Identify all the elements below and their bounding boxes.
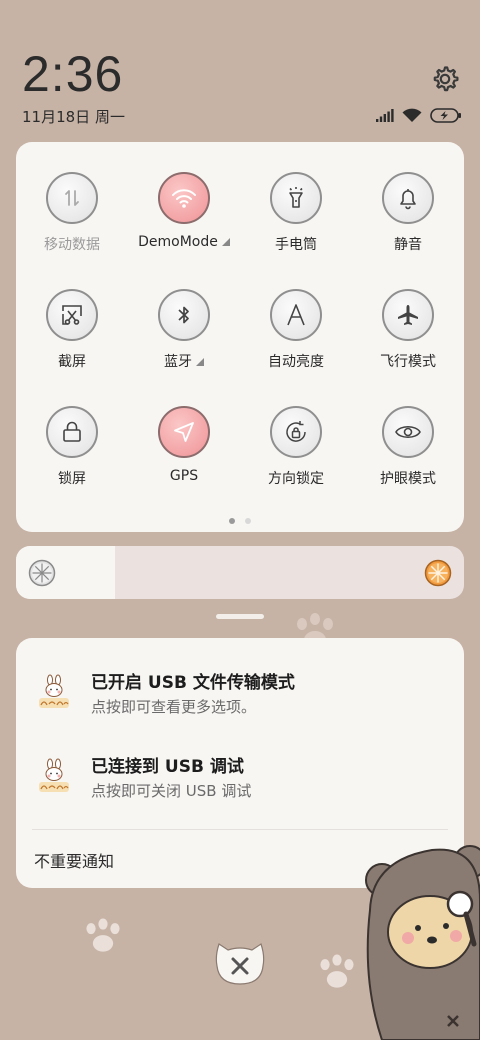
flashlight-icon [289, 187, 303, 208]
paw-print-icon [86, 918, 120, 952]
page-dot [245, 518, 251, 524]
tile-label-wrap: 蓝牙 [164, 351, 204, 371]
lucky-bunny-icon [39, 674, 69, 708]
lock-screen-toggle[interactable] [46, 406, 98, 458]
auto-brightness-icon [287, 304, 305, 326]
notification-usb-debugging[interactable]: 已连接到 USB 调试 点按即可关闭 USB 调试 [16, 748, 464, 808]
tile-silent[interactable]: 静音 [352, 172, 464, 267]
demomode-toggle[interactable] [158, 172, 210, 224]
bear-illustration [365, 845, 480, 1040]
notification-title: 已开启 USB 文件传输模式 [91, 673, 295, 693]
tile-rotation-lock[interactable]: 方向锁定 [240, 406, 352, 501]
mobile-data-toggle[interactable] [46, 172, 98, 224]
rotation-lock-icon [286, 421, 306, 442]
clock: 2:36 [22, 46, 124, 102]
page-dot-active [229, 518, 235, 524]
tile-label: 蓝牙 [164, 354, 192, 370]
tile-demomode[interactable]: DemoMode [128, 172, 240, 267]
drag-handle[interactable] [216, 614, 264, 619]
screenshot-icon [62, 305, 82, 325]
tile-bluetooth[interactable]: 蓝牙 [128, 289, 240, 384]
bluetooth-toggle[interactable] [158, 289, 210, 341]
eye-icon [395, 425, 421, 439]
tile-eye-care[interactable]: 护眼模式 [352, 406, 464, 501]
eye-care-toggle[interactable] [382, 406, 434, 458]
tile-label: 手电筒 [275, 237, 317, 253]
tile-label-wrap: DemoMode [138, 234, 230, 250]
expand-triangle-icon [196, 358, 204, 366]
status-icons [376, 108, 462, 123]
tile-mobile-data[interactable]: 移动数据 [16, 172, 128, 267]
page-indicator [16, 518, 464, 524]
orange-slice-icon [424, 559, 452, 587]
tile-airplane-mode[interactable]: 飞行模式 [352, 289, 464, 384]
lucky-bunny-icon [39, 758, 69, 792]
notification-title: 已连接到 USB 调试 [91, 757, 244, 777]
unimportant-notifications-link[interactable]: 不重要通知 [34, 848, 114, 872]
tile-label: 自动亮度 [268, 354, 324, 370]
tile-label: 方向锁定 [268, 471, 324, 487]
expand-triangle-icon [221, 238, 230, 246]
tile-label: DemoMode [138, 234, 218, 250]
tile-label: 飞行模式 [380, 354, 436, 370]
notification-usb-transfer[interactable]: 已开启 USB 文件传输模式 点按即可查看更多选项。 [16, 664, 464, 724]
rotation-lock-toggle[interactable] [270, 406, 322, 458]
notification-text: 点按即可关闭 USB 调试 [91, 782, 252, 800]
mobile-data-icon [65, 190, 79, 206]
bluetooth-icon [178, 306, 189, 324]
tile-lock-screen[interactable]: 锁屏 [16, 406, 128, 501]
tile-label: 截屏 [58, 354, 86, 370]
bell-icon [400, 189, 416, 210]
paw-print-icon [320, 954, 354, 988]
tile-label: 移动数据 [44, 237, 100, 253]
tile-auto-brightness[interactable]: 自动亮度 [240, 289, 352, 384]
lock-icon [63, 421, 81, 442]
settings-gear-icon[interactable] [430, 64, 460, 94]
tile-label: 静音 [394, 237, 422, 253]
tile-flashlight[interactable]: 手电筒 [240, 172, 352, 267]
gps-toggle[interactable] [158, 406, 210, 458]
wifi-status-icon [402, 108, 422, 122]
date: 11月18日 周一 [22, 108, 125, 126]
brightness-slider[interactable] [16, 546, 464, 599]
notification-text: 点按即可查看更多选项。 [91, 698, 257, 716]
signal-icon [376, 109, 394, 122]
divider [32, 829, 448, 830]
tile-gps[interactable]: GPS [128, 406, 240, 501]
tile-label: GPS [169, 468, 199, 484]
tile-label: 锁屏 [58, 471, 86, 487]
location-icon [174, 422, 194, 442]
silent-toggle[interactable] [382, 172, 434, 224]
clear-all-button[interactable] [213, 936, 267, 988]
airplane-icon [398, 305, 418, 325]
tile-screenshot[interactable]: 截屏 [16, 289, 128, 384]
battery-charging-icon [430, 108, 461, 123]
tile-label: 护眼模式 [380, 471, 436, 487]
flashlight-toggle[interactable] [270, 172, 322, 224]
lemon-slice-icon [28, 559, 56, 587]
quick-settings-grid: 移动数据 DemoMode 手电筒 静音 截屏 蓝牙 自动亮度 飞行模式 锁屏 … [16, 172, 464, 501]
auto-brightness-toggle[interactable] [270, 289, 322, 341]
status-area: 2:36 11月18日 周一 [22, 46, 125, 127]
airplane-mode-toggle[interactable] [382, 289, 434, 341]
screenshot-toggle[interactable] [46, 289, 98, 341]
wifi-icon [172, 189, 196, 208]
quick-settings-panel: 移动数据 DemoMode 手电筒 静音 截屏 蓝牙 自动亮度 飞行模式 锁屏 … [16, 142, 464, 532]
